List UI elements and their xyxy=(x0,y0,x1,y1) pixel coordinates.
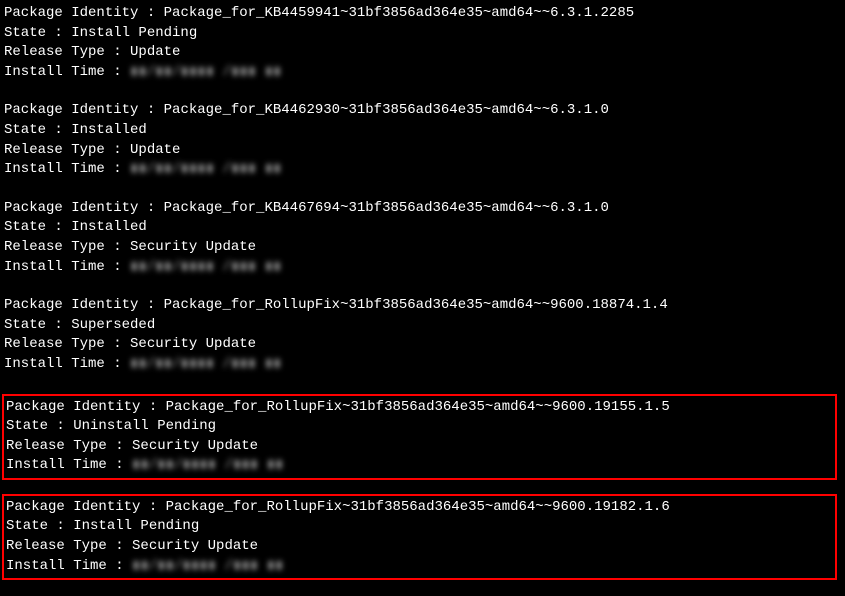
install-label: Install Time : xyxy=(4,356,130,372)
identity-value: Package_for_RollupFix~31bf3856ad364e35~a… xyxy=(166,499,670,515)
identity-label: Package Identity : xyxy=(6,499,166,515)
install-label: Install Time : xyxy=(4,161,130,177)
identity-value: Package_for_RollupFix~31bf3856ad364e35~a… xyxy=(164,297,668,313)
state-label: State : xyxy=(4,317,71,333)
release-type-line: Release Type : Security Update xyxy=(6,437,833,457)
install-time-line: Install Time : ▮▮/▮▮/▮▮▮▮ /▮▮▮ ▮▮ xyxy=(6,456,833,476)
install-label: Install Time : xyxy=(4,64,130,80)
release-value: Security Update xyxy=(132,538,258,554)
install-time-line: Install Time : ▮▮/▮▮/▮▮▮▮ /▮▮▮ ▮▮ xyxy=(6,557,833,577)
state-value: Install Pending xyxy=(73,518,199,534)
state-label: State : xyxy=(4,25,71,41)
install-time-line: Install Time : ▮▮/▮▮/▮▮▮▮ /▮▮▮ ▮▮ xyxy=(4,355,841,375)
release-label: Release Type : xyxy=(6,438,132,454)
state-value: Installed xyxy=(71,122,147,138)
package-identity-line: Package Identity : Package_for_RollupFix… xyxy=(4,296,841,316)
install-time-line: Install Time : ▮▮/▮▮/▮▮▮▮ /▮▮▮ ▮▮ xyxy=(4,160,841,180)
identity-label: Package Identity : xyxy=(4,200,164,216)
release-label: Release Type : xyxy=(4,44,130,60)
package-block: Package Identity : Package_for_RollupFix… xyxy=(2,494,837,580)
release-type-line: Release Type : Security Update xyxy=(6,537,833,557)
package-block: Package Identity : Package_for_KB4462930… xyxy=(4,101,841,179)
release-value: Security Update xyxy=(130,336,256,352)
identity-label: Package Identity : xyxy=(6,399,166,415)
package-identity-line: Package Identity : Package_for_KB4467694… xyxy=(4,199,841,219)
package-identity-line: Package Identity : Package_for_KB4462930… xyxy=(4,101,841,121)
install-label: Install Time : xyxy=(4,259,130,275)
identity-value: Package_for_KB4462930~31bf3856ad364e35~a… xyxy=(164,102,609,118)
package-identity-line: Package Identity : Package_for_RollupFix… xyxy=(6,498,833,518)
install-label: Install Time : xyxy=(6,457,132,473)
release-value: Update xyxy=(130,44,180,60)
install-time-line: Install Time : ▮▮/▮▮/▮▮▮▮ /▮▮▮ ▮▮ xyxy=(4,63,841,83)
package-block: Package Identity : Package_for_KB4459941… xyxy=(4,4,841,82)
package-block: Package Identity : Package_for_RollupFix… xyxy=(4,296,841,374)
release-label: Release Type : xyxy=(4,142,130,158)
state-line: State : Superseded xyxy=(4,316,841,336)
identity-value: Package_for_KB4459941~31bf3856ad364e35~a… xyxy=(164,5,634,21)
package-block: Package Identity : Package_for_RollupFix… xyxy=(2,394,837,480)
state-line: State : Installed xyxy=(4,121,841,141)
state-label: State : xyxy=(6,418,73,434)
install-time-line: Install Time : ▮▮/▮▮/▮▮▮▮ /▮▮▮ ▮▮ xyxy=(4,258,841,278)
state-value: Uninstall Pending xyxy=(73,418,216,434)
install-label: Install Time : xyxy=(6,558,132,574)
release-label: Release Type : xyxy=(4,239,130,255)
release-label: Release Type : xyxy=(4,336,130,352)
release-value: Update xyxy=(130,142,180,158)
state-value: Install Pending xyxy=(71,25,197,41)
install-value-redacted: ▮▮/▮▮/▮▮▮▮ /▮▮▮ ▮▮ xyxy=(130,258,282,278)
identity-label: Package Identity : xyxy=(4,5,164,21)
state-label: State : xyxy=(4,219,71,235)
package-identity-line: Package Identity : Package_for_KB4459941… xyxy=(4,4,841,24)
state-line: State : Installed xyxy=(4,218,841,238)
release-type-line: Release Type : Security Update xyxy=(4,238,841,258)
install-value-redacted: ▮▮/▮▮/▮▮▮▮ /▮▮▮ ▮▮ xyxy=(132,557,284,577)
state-label: State : xyxy=(6,518,73,534)
state-line: State : Install Pending xyxy=(4,24,841,44)
state-value: Installed xyxy=(71,219,147,235)
install-value-redacted: ▮▮/▮▮/▮▮▮▮ /▮▮▮ ▮▮ xyxy=(130,63,282,83)
state-value: Superseded xyxy=(71,317,155,333)
package-block: Package Identity : Package_for_KB4467694… xyxy=(4,199,841,277)
release-value: Security Update xyxy=(130,239,256,255)
release-type-line: Release Type : Update xyxy=(4,43,841,63)
state-line: State : Install Pending xyxy=(6,517,833,537)
identity-value: Package_for_RollupFix~31bf3856ad364e35~a… xyxy=(166,399,670,415)
terminal-output: Package Identity : Package_for_KB4459941… xyxy=(4,4,841,580)
release-value: Security Update xyxy=(132,438,258,454)
state-label: State : xyxy=(4,122,71,138)
release-label: Release Type : xyxy=(6,538,132,554)
package-identity-line: Package Identity : Package_for_RollupFix… xyxy=(6,398,833,418)
install-value-redacted: ▮▮/▮▮/▮▮▮▮ /▮▮▮ ▮▮ xyxy=(130,355,282,375)
identity-value: Package_for_KB4467694~31bf3856ad364e35~a… xyxy=(164,200,609,216)
install-value-redacted: ▮▮/▮▮/▮▮▮▮ /▮▮▮ ▮▮ xyxy=(132,456,284,476)
identity-label: Package Identity : xyxy=(4,102,164,118)
install-value-redacted: ▮▮/▮▮/▮▮▮▮ /▮▮▮ ▮▮ xyxy=(130,160,282,180)
release-type-line: Release Type : Security Update xyxy=(4,335,841,355)
release-type-line: Release Type : Update xyxy=(4,141,841,161)
identity-label: Package Identity : xyxy=(4,297,164,313)
state-line: State : Uninstall Pending xyxy=(6,417,833,437)
